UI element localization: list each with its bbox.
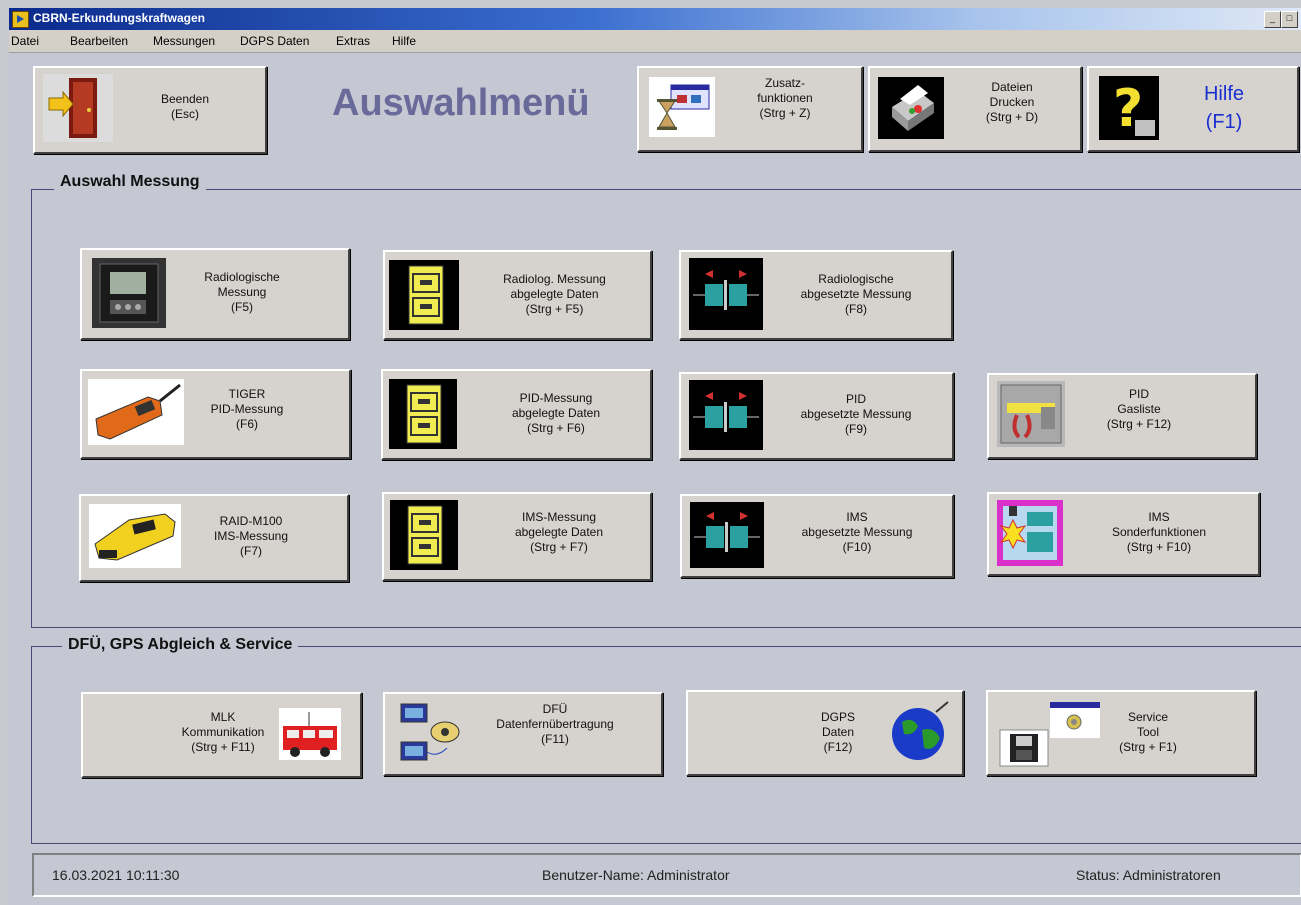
menu-datei[interactable]: Datei [11, 34, 39, 48]
pid-abgelegte-daten-button[interactable]: PID-Messung abgelegte Daten (Strg + F6) [381, 369, 652, 460]
status-datetime: 16.03.2021 10:11:30 [52, 867, 180, 883]
service-tool-button[interactable]: Service Tool (Strg + F1) [986, 690, 1256, 776]
zusatzfunktionen-label: Zusatz- funktionen (Strg + Z) [757, 76, 813, 120]
pid-abgelegte-daten-label: PID-Messung abgelegte Daten (Strg + F6) [511, 391, 601, 435]
radiologische-messung-label: Radiologische Messung (F5) [204, 270, 280, 314]
ims-abgelegte-daten-button[interactable]: IMS-Messung abgelegte Daten (Strg + F7) [382, 492, 652, 581]
title-bar: CBRN-Erkundungskraftwagen _ □ [9, 8, 1301, 30]
dfu-datenfernuebertragung-button[interactable]: DFÜ Datenfernübertragung (F11) [383, 692, 663, 776]
beenden-label: Beenden (Esc) [160, 92, 210, 121]
app-icon [12, 11, 29, 28]
file-cabinet-icon [389, 379, 457, 449]
beenden-button[interactable]: Beenden (Esc) [33, 66, 267, 154]
status-state: Status: Administratoren [1076, 867, 1221, 883]
zusatzfunktionen-button[interactable]: Zusatz- funktionen (Strg + Z) [637, 66, 863, 152]
auswahl-messung-title: Auswahl Messung [54, 173, 206, 191]
radiolog-abgelegte-daten-button[interactable]: Radiolog. Messung abgelegte Daten (Strg … [383, 250, 652, 340]
exit-door-icon [43, 74, 113, 142]
radiologische-abgesetzte-messung-label: Radiologische abgesetzte Messung (F8) [800, 272, 912, 316]
radiologische-abgesetzte-messung-button[interactable]: Radiologische abgesetzte Messung (F8) [679, 250, 953, 340]
raid-m100-ims-messung-label: RAID-M100 IMS-Messung (F7) [213, 514, 289, 558]
pid-gasliste-button[interactable]: PID Gasliste (Strg + F12) [987, 373, 1257, 459]
mlk-kommunikation-label: MLK Kommunikation (Strg + F11) [181, 710, 265, 754]
hilfe-label: Hilfe (F1) [1203, 83, 1244, 133]
dosimeter-photo-icon [92, 258, 166, 328]
gas-list-tool-icon [997, 381, 1065, 447]
service-group-title: DFÜ, GPS Abgleich & Service [62, 636, 299, 654]
ims-detector-photo-icon [89, 504, 181, 568]
printer-icon [878, 77, 944, 139]
dfu-datenfernuebertragung-label: DFÜ Datenfernübertragung (F11) [496, 702, 614, 746]
remote-sensor-icon [689, 380, 763, 450]
dgps-daten-button[interactable]: DGPS Daten (F12) [686, 690, 964, 776]
status-user: Benutzer-Name: Administrator [542, 867, 730, 883]
remote-sensor-icon [689, 258, 763, 330]
ims-special-icon [997, 500, 1063, 566]
menu-hilfe[interactable]: Hilfe [392, 34, 416, 48]
menu-bearbeiten[interactable]: Bearbeiten [70, 34, 128, 48]
pid-gasliste-label: PID Gasliste (Strg + F12) [1106, 387, 1172, 431]
vehicle-icon [279, 708, 341, 760]
hilfe-button[interactable]: ? Hilfe (F1) [1087, 66, 1299, 152]
pid-abgesetzte-messung-label: PID abgesetzte Messung (F9) [800, 392, 912, 436]
phone-computer-icon [399, 702, 463, 764]
dateien-drucken-label: Dateien Drucken (Strg + D) [985, 80, 1039, 124]
minimize-button[interactable]: _ [1264, 11, 1281, 28]
radiologische-messung-button[interactable]: Radiologische Messung (F5) [80, 248, 350, 340]
window-title: CBRN-Erkundungskraftwagen [33, 11, 206, 25]
page-title: Auswahlmenü [332, 82, 590, 124]
pid-detector-photo-icon [88, 379, 184, 445]
globe-icon [888, 700, 952, 764]
tiger-pid-messung-button[interactable]: TIGER PID-Messung (F6) [80, 369, 351, 459]
ims-abgesetzte-messung-label: IMS abgesetzte Messung (F10) [801, 510, 913, 554]
menu-dgps-daten[interactable]: DGPS Daten [240, 34, 309, 48]
ims-sonderfunktionen-label: IMS Sonderfunktionen (Strg + F10) [1111, 510, 1207, 554]
pid-abgesetzte-messung-button[interactable]: PID abgesetzte Messung (F9) [679, 372, 954, 460]
tiger-pid-messung-label: TIGER PID-Messung (F6) [210, 387, 284, 431]
menu-extras[interactable]: Extras [336, 34, 370, 48]
dateien-drucken-button[interactable]: Dateien Drucken (Strg + D) [868, 66, 1082, 152]
menu-messungen[interactable]: Messungen [153, 34, 215, 48]
menu-bar: Datei Bearbeiten Messungen DGPS Daten Ex… [9, 30, 1301, 53]
status-bar: 16.03.2021 10:11:30 Benutzer-Name: Admin… [32, 853, 1301, 897]
hourglass-icon [649, 77, 715, 137]
ims-abgesetzte-messung-button[interactable]: IMS abgesetzte Messung (F10) [680, 494, 954, 578]
help-question-icon: ? [1099, 76, 1159, 140]
mlk-kommunikation-button[interactable]: MLK Kommunikation (Strg + F11) [81, 692, 362, 778]
file-cabinet-icon [390, 500, 458, 570]
service-tool-label: Service Tool (Strg + F1) [1119, 710, 1177, 754]
maximize-button[interactable]: □ [1281, 11, 1298, 28]
dgps-daten-label: DGPS Daten (F12) [820, 710, 855, 754]
remote-sensor-icon [690, 502, 764, 568]
service-gear-icon [1050, 702, 1100, 738]
raid-m100-ims-messung-button[interactable]: RAID-M100 IMS-Messung (F7) [79, 494, 349, 582]
ims-abgelegte-daten-label: IMS-Messung abgelegte Daten (Strg + F7) [514, 510, 604, 554]
radiolog-abgelegte-daten-label: Radiolog. Messung abgelegte Daten (Strg … [503, 272, 606, 316]
file-cabinet-icon [389, 260, 459, 330]
ims-sonderfunktionen-button[interactable]: IMS Sonderfunktionen (Strg + F10) [987, 492, 1260, 576]
